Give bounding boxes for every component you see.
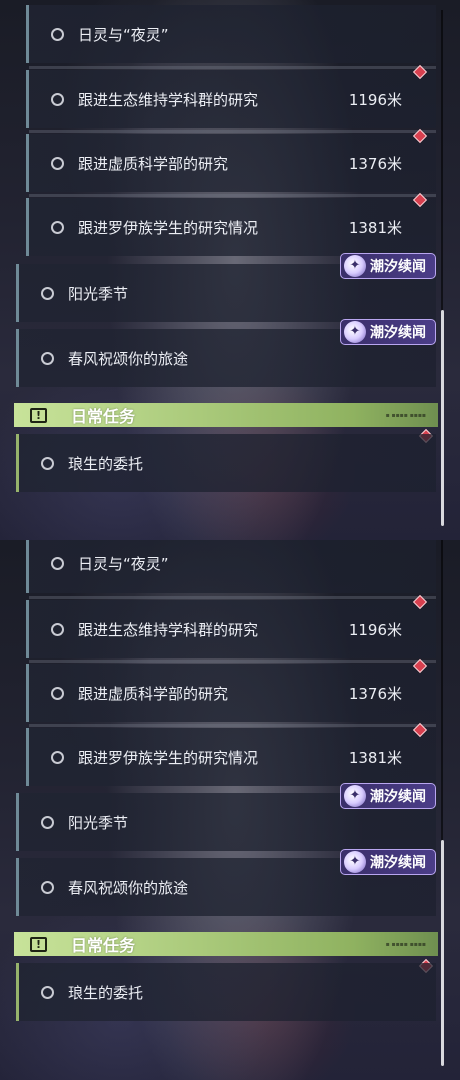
quest-row-langsheng[interactable]: 琅生的委托	[16, 434, 436, 492]
row-divider	[29, 660, 436, 663]
quest-row-langsheng[interactable]: 琅生的委托	[16, 963, 436, 1021]
quest-status-circle-icon	[51, 27, 64, 41]
quest-label: 琅生的委托	[68, 454, 144, 473]
quest-label: 日灵与“夜灵”	[78, 25, 169, 44]
quest-label: 跟进罗伊族学生的研究情况	[78, 748, 259, 767]
quest-panel-top: 日灵与“夜灵” 跟进生态维持学科群的研究 1196米 跟进虚质科学部的研究 13…	[0, 0, 460, 540]
quest-distance: 1196米	[348, 620, 402, 639]
quest-status-circle-icon	[51, 92, 64, 106]
quest-label: 跟进虚质科学部的研究	[78, 684, 229, 703]
quest-label: 跟进虚质科学部的研究	[78, 154, 229, 173]
badge-text: 潮汐续闻	[370, 855, 426, 871]
quest-row-virtual-science[interactable]: 跟进虚质科学部的研究 1376米	[26, 660, 436, 722]
tide-tale-badge: ✦ 潮汐续闻	[340, 253, 436, 279]
quest-status-circle-icon	[41, 351, 54, 365]
quest-row-roy-students[interactable]: 跟进罗伊族学生的研究情况 1381米	[26, 194, 436, 256]
daily-tasks-header[interactable]: ! 日常任务 ▪ ▪▪▪▪ ▪▪▪▪	[14, 932, 438, 956]
quest-status-circle-icon	[51, 156, 64, 170]
badge-text: 潮汐续闻	[370, 325, 426, 341]
quest-distance: 1376米	[348, 154, 402, 173]
scrollbar-thumb[interactable]	[441, 310, 444, 526]
quest-distance: 1196米	[348, 90, 402, 109]
quest-distance: 1376米	[348, 684, 402, 703]
scrollbar-thumb[interactable]	[441, 840, 444, 1066]
header-decoration: ▪ ▪▪▪▪ ▪▪▪▪	[385, 940, 426, 948]
row-divider	[29, 130, 436, 133]
section-title: 日常任务	[71, 407, 136, 426]
quest-status-circle-icon	[41, 880, 54, 894]
quest-panel-bottom: 日灵与“夜灵” 跟进生态维持学科群的研究 1196米 跟进虚质科学部的研究 13…	[0, 540, 460, 1080]
quest-row-virtual-science[interactable]: 跟进虚质科学部的研究 1376米	[26, 130, 436, 192]
quest-status-circle-icon	[51, 556, 64, 570]
row-divider	[29, 194, 436, 197]
quest-label: 日灵与“夜灵”	[78, 554, 169, 573]
quest-row-sunspirit[interactable]: 日灵与“夜灵”	[26, 5, 436, 63]
exclamation-box-icon: !	[30, 936, 47, 952]
quest-label: 跟进罗伊族学生的研究情况	[78, 218, 259, 237]
header-decoration: ▪ ▪▪▪▪ ▪▪▪▪	[385, 411, 426, 419]
quest-row-ecology[interactable]: 跟进生态维持学科群的研究 1196米	[26, 66, 436, 128]
quest-distance: 1381米	[348, 748, 402, 767]
quest-label: 阳光季节	[68, 284, 129, 303]
quest-status-circle-icon	[51, 750, 64, 764]
quest-row-sunspirit[interactable]: 日灵与“夜灵”	[26, 540, 436, 593]
section-title: 日常任务	[71, 936, 136, 955]
tide-swirl-icon: ✦	[344, 321, 366, 343]
quest-label: 跟进生态维持学科群的研究	[78, 90, 259, 109]
row-divider	[29, 596, 436, 599]
daily-tasks-header[interactable]: ! 日常任务 ▪ ▪▪▪▪ ▪▪▪▪	[14, 403, 438, 427]
quest-label: 春风祝颂你的旅途	[68, 878, 189, 897]
badge-text: 潮汐续闻	[370, 259, 426, 275]
badge-text: 潮汐续闻	[370, 789, 426, 805]
tide-swirl-icon: ✦	[344, 785, 366, 807]
quest-status-circle-icon	[51, 220, 64, 234]
row-divider	[29, 66, 436, 69]
quest-label: 跟进生态维持学科群的研究	[78, 620, 259, 639]
tide-swirl-icon: ✦	[344, 255, 366, 277]
tide-swirl-icon: ✦	[344, 851, 366, 873]
tide-tale-badge: ✦ 潮汐续闻	[340, 849, 436, 875]
quest-status-circle-icon	[41, 985, 54, 999]
quest-label: 春风祝颂你的旅途	[68, 349, 189, 368]
quest-status-circle-icon	[41, 815, 54, 829]
quest-label: 琅生的委托	[68, 983, 144, 1002]
quest-row-ecology[interactable]: 跟进生态维持学科群的研究 1196米	[26, 596, 436, 658]
exclamation-box-icon: !	[30, 407, 47, 423]
quest-row-roy-students[interactable]: 跟进罗伊族学生的研究情况 1381米	[26, 724, 436, 786]
row-divider	[29, 724, 436, 727]
tide-tale-badge: ✦ 潮汐续闻	[340, 319, 436, 345]
quest-status-circle-icon	[41, 456, 54, 470]
quest-status-circle-icon	[41, 286, 54, 300]
quest-label: 阳光季节	[68, 813, 129, 832]
quest-status-circle-icon	[51, 686, 64, 700]
quest-distance: 1381米	[348, 218, 402, 237]
tide-tale-badge: ✦ 潮汐续闻	[340, 783, 436, 809]
quest-status-circle-icon	[51, 622, 64, 636]
